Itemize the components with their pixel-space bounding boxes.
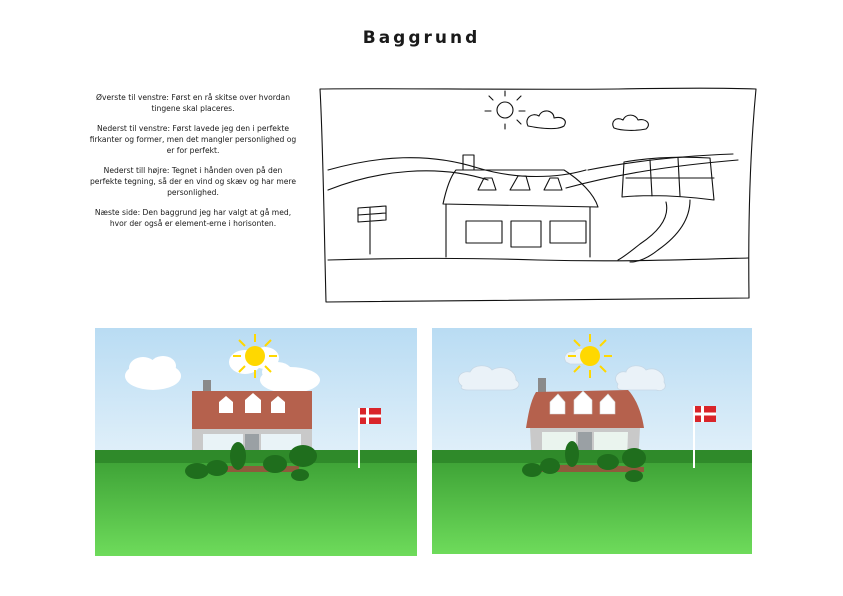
notes-text: Øverste til venstre: Først en rå skitse … (88, 92, 298, 238)
sun-icon (233, 334, 277, 378)
path-sketch (617, 199, 691, 263)
note-bottom-left: Nederst til venstre: Først lavede jeg de… (89, 124, 297, 155)
sun-icon (484, 90, 526, 130)
page-title: Baggrund (362, 28, 481, 48)
note-next-page: Næste side: Den baggrund jeg har valgt a… (94, 208, 292, 228)
hill-line (327, 157, 587, 177)
ground-line (327, 257, 749, 262)
grass (432, 463, 752, 554)
illustration-hand-drawn (432, 328, 752, 554)
hedge (432, 450, 752, 464)
illustration-perfect (95, 328, 417, 556)
sketch-drawing (319, 87, 757, 303)
note-bottom-right: Nederst till højre: Tegnet i hånden oven… (89, 166, 297, 197)
note-top-left: Øverste til venstre: Først en rå skitse … (95, 93, 291, 113)
cloud-icon (612, 114, 649, 131)
cloud-icon (526, 110, 566, 130)
cloud-icon (125, 356, 181, 390)
house-sketch (442, 154, 599, 258)
flag-sketch (357, 205, 387, 255)
grass (95, 463, 417, 556)
hedge (95, 450, 417, 464)
hill-line (327, 170, 489, 191)
sun-icon (568, 334, 612, 378)
sketch-frame (319, 87, 757, 303)
